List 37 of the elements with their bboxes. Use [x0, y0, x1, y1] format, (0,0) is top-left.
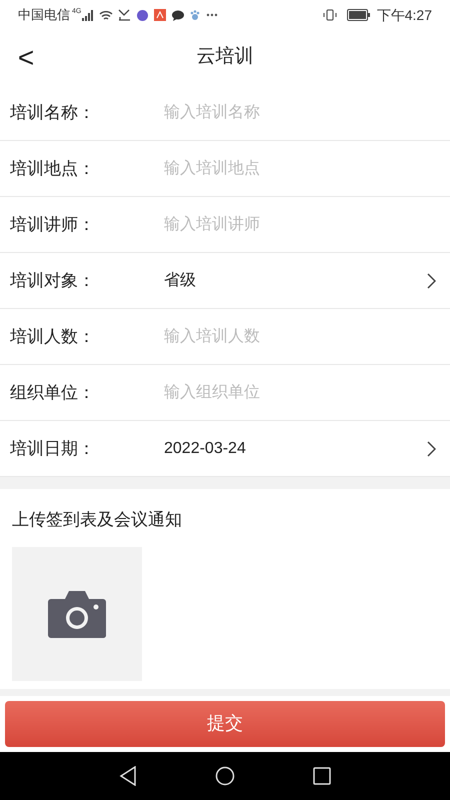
chat-icon: [172, 10, 184, 20]
signal-icon: [82, 10, 94, 20]
field-label: 培训讲师：: [10, 214, 96, 236]
field-label: 培训名称：: [10, 102, 96, 124]
upload-photo-button[interactable]: [12, 546, 142, 680]
page-title: 云培训: [196, 45, 254, 70]
select-value[interactable]: 省级: [164, 268, 427, 292]
chevron-right-icon: [427, 272, 436, 288]
submit-button[interactable]: 提交: [5, 700, 445, 747]
wifi-icon: [99, 10, 114, 20]
input-field[interactable]: 输入培训地点: [164, 156, 436, 180]
field-label: 培训日期：: [10, 438, 96, 460]
missed-call-icon: [118, 9, 132, 21]
carrier-name: 中国电信: [18, 6, 70, 24]
back-nav-icon[interactable]: [119, 766, 137, 786]
field-label: 培训人数：: [10, 326, 96, 348]
input-field[interactable]: 输入培训讲师: [164, 212, 436, 236]
input-field[interactable]: 输入培训人数: [164, 324, 436, 348]
recents-nav-icon[interactable]: [313, 767, 331, 785]
field-label: 组织单位：: [10, 382, 96, 404]
app-icon: [154, 9, 166, 21]
battery-icon: [346, 9, 371, 21]
app-icon: [137, 10, 148, 20]
more-icon: [206, 13, 218, 17]
back-button[interactable]: <: [14, 44, 38, 72]
input-field[interactable]: 输入组织单位: [164, 380, 436, 404]
section-title: 上传签到表及会议通知: [11, 509, 183, 531]
vibrate-icon: [322, 9, 337, 21]
field-label: 培训对象：: [10, 270, 96, 292]
input-field[interactable]: 输入培训名称: [164, 100, 436, 124]
select-value[interactable]: 2022-03-24: [164, 436, 427, 460]
field-label: 培训地点：: [10, 158, 96, 180]
chevron-right-icon: [427, 440, 436, 456]
home-nav-icon[interactable]: [215, 766, 235, 786]
clock-time: 下午4:27: [376, 6, 432, 24]
camera-icon: [47, 588, 107, 638]
paw-icon: [190, 10, 200, 20]
